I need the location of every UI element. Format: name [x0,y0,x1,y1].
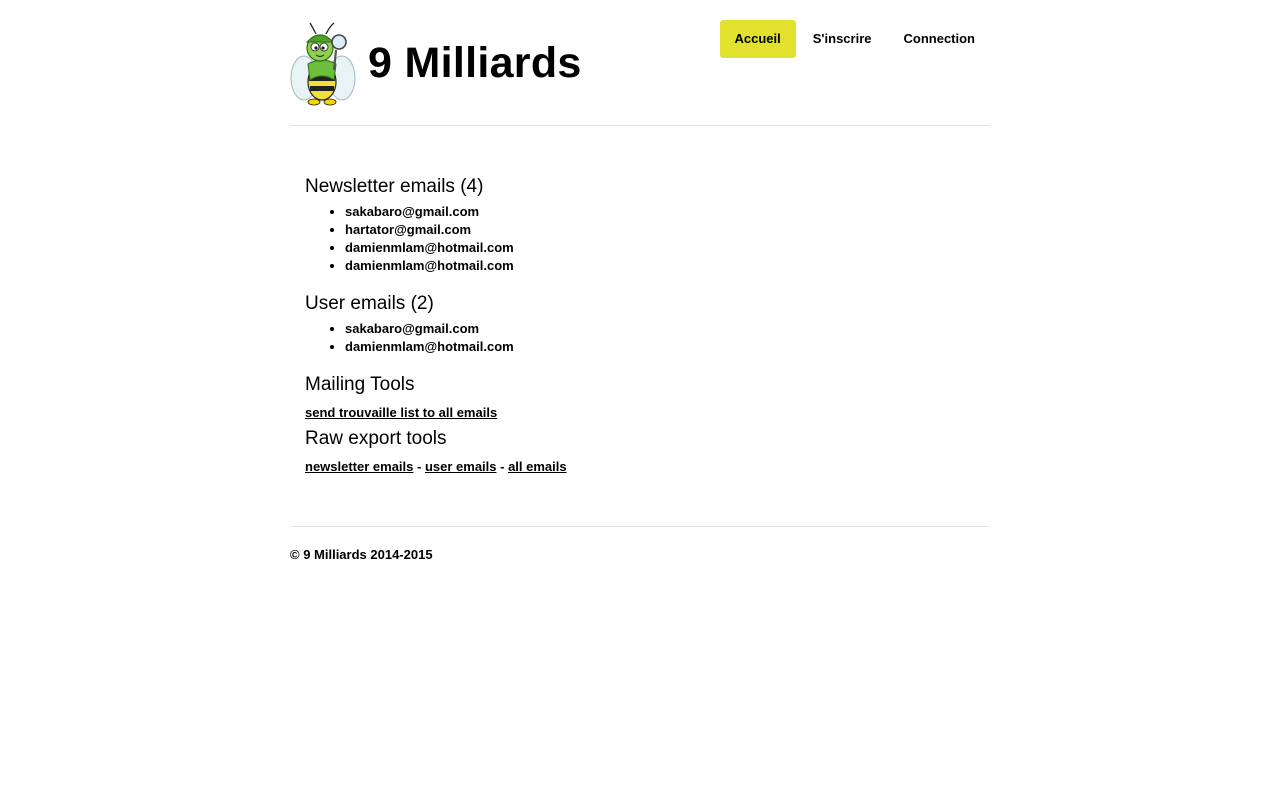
user-email-list: sakabaro@gmail.com damienmlam@hotmail.co… [305,320,975,356]
copyright-text: © 9 Milliards 2014-2015 [290,547,433,562]
user-emails-export-link[interactable]: user emails [425,459,497,474]
link-separator: - [413,459,425,474]
newsletter-emails-export-link[interactable]: newsletter emails [305,459,413,474]
mailing-tools-section: Mailing Tools send trouvaille list to al… [305,374,975,421]
raw-export-heading: Raw export tools [305,428,447,449]
bee-mascot-logo-icon[interactable] [290,20,356,106]
site-header: 9 Milliards Accueil S'inscrire Connectio… [290,0,990,126]
list-item: hartator@gmail.com [345,221,975,239]
newsletter-emails-heading: Newsletter emails (4) [305,176,484,197]
page-container: 9 Milliards Accueil S'inscrire Connectio… [290,0,990,562]
raw-export-section: Raw export tools newsletter emails - use… [305,428,975,475]
mailing-tools-links: send trouvaille list to all emails [305,405,975,421]
list-item: damienmlam@hotmail.com [345,338,975,356]
newsletter-emails-section: Newsletter emails (4) sakabaro@gmail.com… [305,176,975,275]
list-item: damienmlam@hotmail.com [345,257,975,275]
link-separator: - [496,459,509,474]
list-item: damienmlam@hotmail.com [345,239,975,257]
user-emails-heading: User emails (2) [305,293,434,314]
nav-link-connection[interactable]: Connection [889,20,991,58]
list-item: sakabaro@gmail.com [345,203,975,221]
all-emails-export-link[interactable]: all emails [508,459,567,474]
nav-link-accueil[interactable]: Accueil [719,20,796,58]
raw-export-links: newsletter emails - user emails - all em… [305,459,975,475]
main-nav: Accueil S'inscrire Connection [718,20,991,58]
site-footer: © 9 Milliards 2014-2015 [290,527,990,562]
nav-link-sinscrire[interactable]: S'inscrire [798,20,887,58]
send-trouvaille-link[interactable]: send trouvaille list to all emails [305,405,497,420]
main-content: Newsletter emails (4) sakabaro@gmail.com… [290,126,990,527]
mailing-tools-heading: Mailing Tools [305,374,415,395]
list-item: sakabaro@gmail.com [345,320,975,338]
site-title[interactable]: 9 Milliards [368,38,582,88]
user-emails-section: User emails (2) sakabaro@gmail.com damie… [305,293,975,356]
newsletter-email-list: sakabaro@gmail.com hartator@gmail.com da… [305,203,975,275]
